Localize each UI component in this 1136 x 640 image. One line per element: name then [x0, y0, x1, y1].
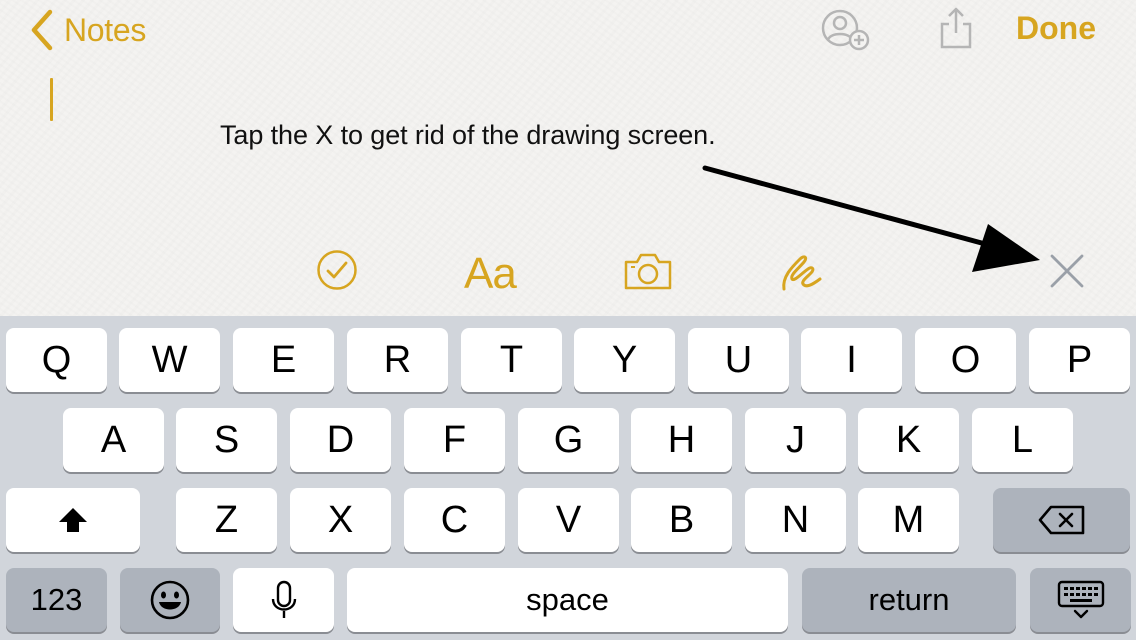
key-l[interactable]: L — [972, 408, 1073, 472]
key-d[interactable]: D — [290, 408, 391, 472]
key-s[interactable]: S — [176, 408, 277, 472]
dictation-key[interactable] — [233, 568, 334, 632]
sketch-button[interactable] — [778, 249, 826, 293]
back-button[interactable]: Notes — [28, 8, 146, 52]
share-icon — [940, 7, 972, 49]
camera-icon — [624, 253, 672, 290]
keyboard-dismiss-icon — [1057, 580, 1104, 619]
numbers-key[interactable]: 123 — [6, 568, 107, 632]
sketch-icon — [782, 255, 822, 291]
add-person-icon — [821, 9, 870, 51]
done-button[interactable]: Done — [1016, 10, 1096, 47]
shift-arrow-icon — [59, 508, 87, 532]
microphone-icon — [271, 580, 296, 618]
checklist-icon — [317, 250, 357, 290]
key-i[interactable]: I — [801, 328, 902, 392]
hide-keyboard-key[interactable] — [1030, 568, 1131, 632]
key-u[interactable]: U — [688, 328, 789, 392]
key-c[interactable]: C — [404, 488, 505, 552]
key-f[interactable]: F — [404, 408, 505, 472]
key-r[interactable]: R — [347, 328, 448, 392]
back-label: Notes — [64, 11, 147, 48]
close-icon — [1050, 254, 1084, 288]
instruction-text: Tap the X to get rid of the drawing scre… — [220, 120, 716, 150]
key-o[interactable]: O — [915, 328, 1016, 392]
text-cursor — [50, 78, 53, 121]
key-j[interactable]: J — [745, 408, 846, 472]
key-k[interactable]: K — [858, 408, 959, 472]
key-z[interactable]: Z — [176, 488, 277, 552]
key-n[interactable]: N — [745, 488, 846, 552]
key-x[interactable]: X — [290, 488, 391, 552]
emoji-key[interactable] — [120, 568, 220, 632]
return-key[interactable]: return — [802, 568, 1016, 632]
add-people-button[interactable] — [820, 8, 872, 57]
key-p[interactable]: P — [1029, 328, 1130, 392]
key-e[interactable]: E — [233, 328, 334, 392]
key-q[interactable]: Q — [6, 328, 107, 392]
key-a[interactable]: A — [63, 408, 164, 472]
backspace-icon — [1038, 505, 1084, 535]
key-v[interactable]: V — [518, 488, 619, 552]
key-h[interactable]: H — [631, 408, 732, 472]
shift-key[interactable] — [6, 488, 140, 552]
key-t[interactable]: T — [461, 328, 562, 392]
space-key[interactable]: space — [347, 568, 788, 632]
keyboard: Q W E R T Y U I O P A S D F G H J K L Z … — [0, 316, 1136, 640]
key-g[interactable]: G — [518, 408, 619, 472]
emoji-icon — [150, 580, 190, 620]
key-b[interactable]: B — [631, 488, 732, 552]
chevron-left-icon — [31, 9, 53, 51]
key-m[interactable]: M — [858, 488, 959, 552]
key-y[interactable]: Y — [574, 328, 675, 392]
close-drawing-button[interactable] — [1048, 252, 1086, 290]
camera-button[interactable] — [623, 251, 673, 291]
key-w[interactable]: W — [119, 328, 220, 392]
share-button[interactable] — [938, 6, 974, 55]
format-text-button[interactable]: Aa — [464, 249, 517, 299]
delete-key[interactable] — [993, 488, 1130, 552]
checklist-button[interactable] — [316, 249, 358, 291]
